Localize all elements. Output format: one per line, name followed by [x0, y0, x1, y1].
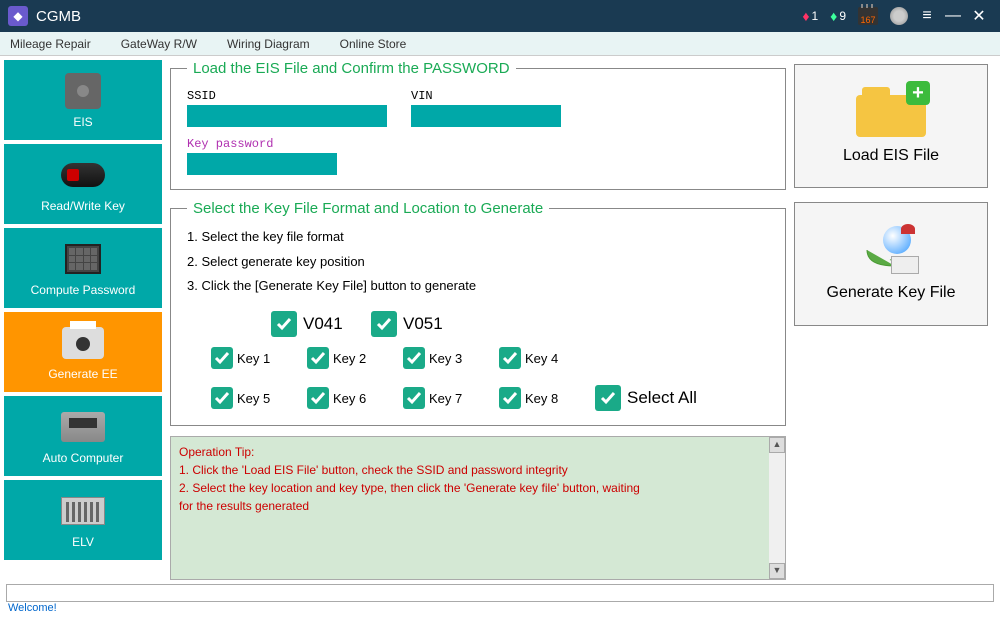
sidebar-item-label: EIS: [73, 115, 92, 129]
folder-plus-icon: +: [856, 87, 926, 137]
button-label: Generate Key File: [827, 284, 956, 302]
menubar: Mileage Repair GateWay R/W Wiring Diagra…: [0, 32, 1000, 56]
menu-mileage-repair[interactable]: Mileage Repair: [10, 37, 91, 51]
checkbox-key6[interactable]: Key 6: [307, 387, 383, 409]
sidebar-item-compute-password[interactable]: Compute Password: [4, 228, 162, 308]
checkbox-key7[interactable]: Key 7: [403, 387, 479, 409]
steps-list: 1. Select the key file format 2. Select …: [187, 225, 769, 299]
sidebar-item-eis[interactable]: EIS: [4, 60, 162, 140]
calendar-icon: 167: [858, 7, 878, 25]
check-icon: [211, 347, 233, 369]
step-3: 3. Click the [Generate Key File] button …: [187, 274, 769, 299]
elv-icon: [61, 497, 105, 525]
gem-red-status: ♦1: [802, 8, 818, 24]
sidebar-item-label: Compute Password: [31, 283, 136, 297]
checkbox-key5[interactable]: Key 5: [211, 387, 287, 409]
ssid-input[interactable]: [187, 105, 387, 127]
tip-line-3: for the results generated: [179, 497, 777, 515]
checkbox-v051[interactable]: V051: [371, 311, 447, 337]
ecu-icon: [61, 412, 105, 442]
app-icon: ◆: [8, 6, 28, 26]
check-icon: [211, 387, 233, 409]
check-icon: [371, 311, 397, 337]
check-icon: [403, 387, 425, 409]
step-2: 2. Select generate key position: [187, 250, 769, 275]
sidebar-item-label: Auto Computer: [43, 451, 124, 465]
sidebar-item-read-write-key[interactable]: Read/Write Key: [4, 144, 162, 224]
vin-input[interactable]: [411, 105, 561, 127]
app-title: CGMB: [36, 8, 81, 25]
checkbox-key4[interactable]: Key 4: [499, 347, 575, 369]
checkbox-key3[interactable]: Key 3: [403, 347, 479, 369]
sidebar-item-generate-ee[interactable]: Generate EE: [4, 312, 162, 392]
minimize-button[interactable]: —: [942, 7, 964, 25]
checkbox-select-all[interactable]: Select All: [595, 385, 697, 411]
tip-line-1: 1. Click the 'Load EIS File' button, che…: [179, 461, 777, 479]
check-icon: [403, 347, 425, 369]
menu-wiring-diagram[interactable]: Wiring Diagram: [227, 37, 310, 51]
sidebar-item-auto-computer[interactable]: Auto Computer: [4, 396, 162, 476]
close-button[interactable]: ✕: [968, 6, 990, 26]
calculator-icon: [65, 244, 101, 274]
step-1: 1. Select the key file format: [187, 225, 769, 250]
status-text: Welcome!: [8, 602, 57, 614]
key-fob-icon: [61, 163, 105, 187]
tip-line-2: 2. Select the key location and key type,…: [179, 479, 777, 497]
gem-green-status: ♦9: [830, 8, 846, 24]
button-label: Load EIS File: [843, 147, 939, 165]
load-eis-legend: Load the EIS File and Confirm the PASSWO…: [187, 60, 516, 77]
check-icon: [499, 347, 521, 369]
vin-label: VIN: [411, 89, 561, 103]
scrollbar[interactable]: ▲ ▼: [769, 437, 785, 579]
sidebar-item-label: Read/Write Key: [41, 199, 125, 213]
ssid-label: SSID: [187, 89, 387, 103]
printer-icon: [62, 327, 104, 359]
checkbox-key1[interactable]: Key 1: [211, 347, 287, 369]
check-icon: [307, 347, 329, 369]
tip-title: Operation Tip:: [179, 443, 777, 461]
checkbox-v041[interactable]: V041: [271, 311, 347, 337]
load-eis-file-button[interactable]: + Load EIS File: [794, 64, 988, 188]
status-bar: Welcome!: [0, 602, 1000, 618]
gem-red-icon: ♦: [802, 8, 809, 24]
keypw-input[interactable]: [187, 153, 337, 175]
gem-green-icon: ♦: [830, 8, 837, 24]
sidebar-item-label: ELV: [72, 535, 94, 549]
safe-icon: [65, 73, 101, 109]
progress-bar: [6, 584, 994, 602]
checkbox-key2[interactable]: Key 2: [307, 347, 383, 369]
calendar-status[interactable]: 167: [858, 7, 878, 25]
check-icon: [499, 387, 521, 409]
medal-icon: [890, 7, 908, 25]
key-format-panel: Select the Key File Format and Location …: [170, 200, 786, 426]
checkbox-key8[interactable]: Key 8: [499, 387, 575, 409]
medal-status[interactable]: [890, 7, 908, 25]
check-icon: [271, 311, 297, 337]
sidebar-item-elv[interactable]: ELV: [4, 480, 162, 560]
check-icon: [307, 387, 329, 409]
sidebar-item-label: Generate EE: [48, 367, 117, 381]
key-format-legend: Select the Key File Format and Location …: [187, 200, 549, 217]
menu-gateway-rw[interactable]: GateWay R/W: [121, 37, 197, 51]
load-eis-panel: Load the EIS File and Confirm the PASSWO…: [170, 60, 786, 190]
content-area: Load the EIS File and Confirm the PASSWO…: [162, 60, 996, 580]
scroll-up-icon[interactable]: ▲: [769, 437, 785, 453]
generate-key-file-button[interactable]: Generate Key File: [794, 202, 988, 326]
check-icon: [595, 385, 621, 411]
main-area: EIS Read/Write Key Compute Password Gene…: [0, 56, 1000, 584]
scroll-down-icon[interactable]: ▼: [769, 563, 785, 579]
generate-icon: [863, 226, 919, 274]
keypw-label: Key password: [187, 137, 337, 151]
operation-tip-box: Operation Tip: 1. Click the 'Load EIS Fi…: [170, 436, 786, 580]
sidebar: EIS Read/Write Key Compute Password Gene…: [4, 60, 162, 580]
menu-online-store[interactable]: Online Store: [340, 37, 407, 51]
menu-button[interactable]: ≡: [916, 7, 938, 25]
titlebar: ◆ CGMB ♦1 ♦9 167 ≡ — ✕: [0, 0, 1000, 32]
